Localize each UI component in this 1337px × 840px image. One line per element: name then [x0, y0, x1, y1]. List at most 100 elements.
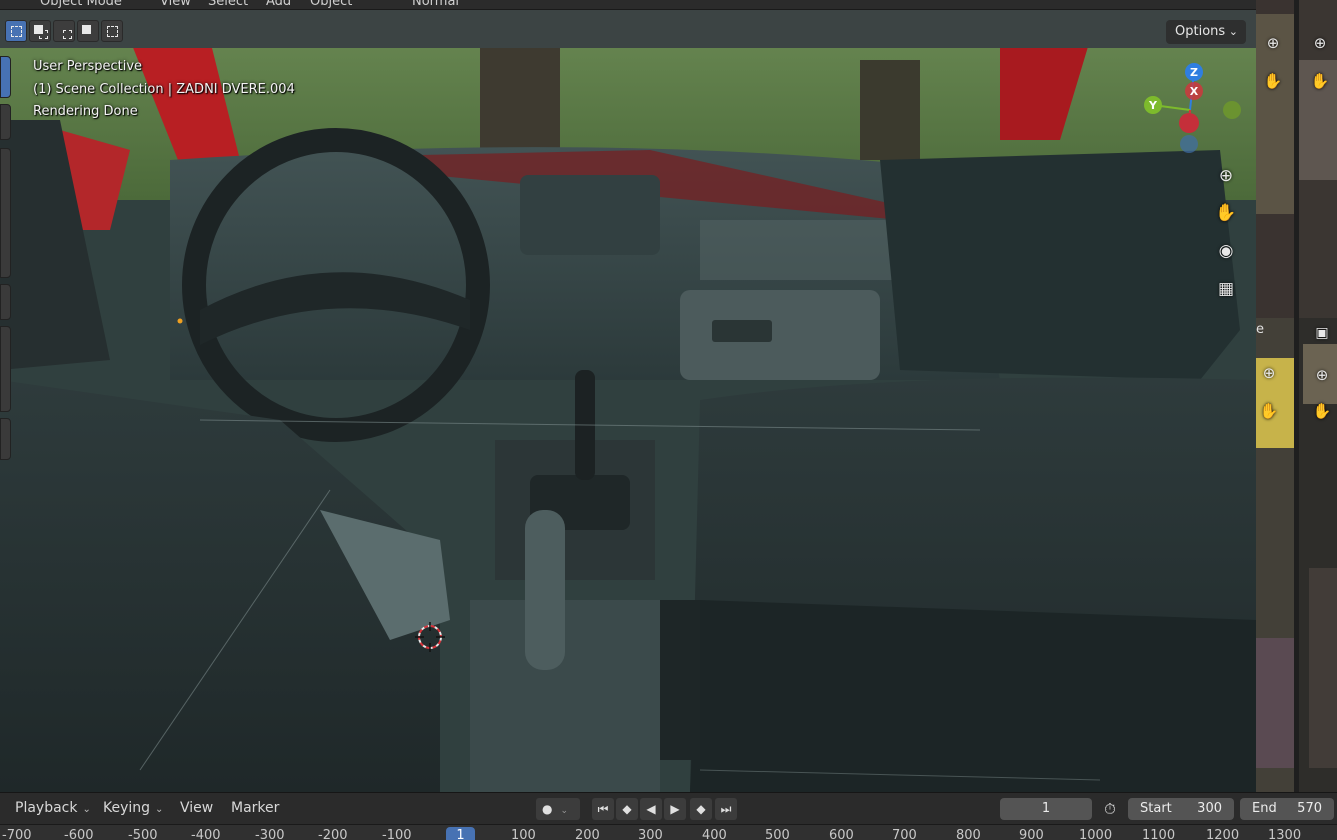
ruler-tick: -100 [382, 828, 412, 840]
zoom-icon[interactable]: ⊕ [1307, 30, 1333, 56]
select-subtract-icon [63, 30, 72, 39]
keyframe-prev-icon: ◆ [622, 802, 632, 816]
side-panel-label: e [1256, 322, 1264, 337]
side-viewport-3[interactable]: ⊕ ✋ [1299, 0, 1337, 318]
jump-to-start-button[interactable]: ⏮ [592, 798, 614, 820]
navigation-gizmo[interactable]: Z Y X [1140, 58, 1250, 158]
play-button[interactable]: ▶ [664, 798, 686, 820]
ruler-tick: 800 [956, 828, 981, 840]
chevron-down-icon: ⌄ [1228, 25, 1238, 38]
zoom-icon[interactable]: ⊕ [1213, 163, 1239, 189]
menu-select[interactable]: Select [208, 0, 248, 9]
tool-select[interactable] [0, 56, 11, 98]
menu-object[interactable]: Object [310, 0, 352, 9]
options-dropdown[interactable]: Options ⌄ [1166, 20, 1246, 44]
hand-icon[interactable]: ✋ [1256, 398, 1282, 424]
gizmo-y-label: Y [1148, 99, 1158, 112]
viewport-perspective-label: User Perspective [33, 59, 143, 74]
ruler-tick: 600 [829, 828, 854, 840]
menu-add[interactable]: Add [266, 0, 291, 9]
side-viewport-2[interactable]: e ⊕ ✋ [1256, 318, 1294, 792]
current-frame-field[interactable]: 1 [1000, 798, 1092, 820]
ruler-tick: 1200 [1206, 828, 1240, 840]
jump-to-keyframe-next-button[interactable]: ◆ [690, 798, 712, 820]
editor-type-icon[interactable]: ▣ [1309, 320, 1335, 346]
select-invert-button[interactable] [77, 20, 99, 42]
side-viewport-4[interactable]: ▣ ⊕ ✋ [1299, 318, 1337, 792]
select-extend-button[interactable] [29, 20, 51, 42]
grid-icon[interactable]: ▦ [1213, 276, 1239, 302]
select-intersect-icon [107, 26, 118, 37]
end-label: End [1252, 801, 1277, 816]
zoom-icon[interactable]: ⊕ [1309, 362, 1335, 388]
tool-measure-group[interactable] [0, 326, 11, 412]
timeline-view-menu[interactable]: View [180, 800, 213, 816]
gizmo-neg-y-axis[interactable] [1223, 101, 1241, 119]
side-viewport-1[interactable]: ⊕ ✋ [1256, 0, 1294, 318]
select-subtract-button[interactable] [53, 20, 75, 42]
mode-dropdown[interactable]: Object Mode [40, 0, 122, 9]
ruler-tick: 400 [702, 828, 727, 840]
hand-icon[interactable]: ✋ [1309, 398, 1335, 424]
jump-to-end-button[interactable]: ⏭ [715, 798, 737, 820]
ruler-tick: -300 [255, 828, 285, 840]
tool-transform-group[interactable] [0, 148, 11, 278]
select-intersect-button[interactable] [101, 20, 123, 42]
menu-view[interactable]: View [160, 0, 191, 9]
playback-label: Playback [15, 800, 78, 816]
timeline-ruler[interactable]: -700 -600 -500 -400 -300 -200 -100 1 100… [0, 824, 1337, 840]
hand-icon[interactable]: ✋ [1260, 68, 1286, 94]
ruler-tick: 1000 [1079, 828, 1113, 840]
current-frame-marker[interactable]: 1 [446, 827, 475, 840]
play-reverse-icon: ◀ [646, 802, 656, 816]
tool-annotate[interactable] [0, 284, 11, 320]
select-invert-icon [82, 25, 91, 34]
ruler-tick: 200 [575, 828, 600, 840]
gizmo-neg-z-axis[interactable] [1180, 135, 1198, 153]
ruler-tick: -600 [64, 828, 94, 840]
viewport-status-label: Rendering Done [33, 104, 138, 119]
ruler-tick: 100 [511, 828, 536, 840]
ruler-tick: 300 [638, 828, 663, 840]
play-reverse-button[interactable]: ◀ [640, 798, 662, 820]
chevron-down-icon: ⌄ [155, 804, 164, 815]
chevron-down-icon: ⌄ [82, 804, 91, 815]
tool-add-cube[interactable] [0, 418, 11, 460]
viewport-render [0, 0, 1256, 792]
hand-icon[interactable]: ✋ [1213, 200, 1239, 226]
chevron-down-icon: ⌄ [560, 806, 569, 816]
camera-icon[interactable]: ◉ [1213, 238, 1239, 264]
keying-label: Keying [103, 800, 151, 816]
marker-menu[interactable]: Marker [231, 800, 279, 816]
tool-cursor[interactable] [0, 104, 11, 140]
timeline-header: Playback ⌄ Keying ⌄ View Marker ● ⌄ ⏮ ◆ ◀ ▶… [0, 792, 1337, 824]
jump-to-keyframe-prev-button[interactable]: ◆ [616, 798, 638, 820]
zoom-icon[interactable]: ⊕ [1260, 30, 1286, 56]
play-icon: ▶ [670, 802, 680, 816]
keyframe-next-icon: ◆ [696, 802, 706, 816]
auto-keying-toggle[interactable]: ● ⌄ [536, 798, 580, 820]
orientation-dropdown[interactable]: Normal [412, 0, 459, 9]
zoom-icon[interactable]: ⊕ [1256, 360, 1282, 386]
playback-menu[interactable]: Playback ⌄ [15, 800, 91, 816]
start-label: Start [1140, 801, 1172, 816]
3d-viewport[interactable]: Object Mode View Select Add Object Norma… [0, 0, 1256, 792]
ruler-tick: -200 [318, 828, 348, 840]
select-box-icon [11, 26, 22, 37]
start-frame-field[interactable]: Start 300 [1128, 798, 1234, 820]
select-box-new-button[interactable] [5, 20, 27, 42]
keying-menu[interactable]: Keying ⌄ [103, 800, 163, 816]
blender-window: Object Mode View Select Add Object Norma… [0, 0, 1337, 840]
hand-icon[interactable]: ✋ [1307, 68, 1333, 94]
viewport-header: Object Mode View Select Add Object Norma… [0, 0, 1256, 10]
end-value: 570 [1297, 801, 1322, 816]
start-value: 300 [1197, 801, 1222, 816]
end-frame-field[interactable]: End 570 [1240, 798, 1334, 820]
gizmo-neg-x-axis[interactable] [1179, 113, 1199, 133]
options-label: Options [1175, 24, 1226, 39]
ruler-tick: 1300 [1268, 828, 1302, 840]
ruler-tick: -400 [191, 828, 221, 840]
stopwatch-icon[interactable]: ⏱ [1099, 798, 1121, 820]
viewport-collection-label: (1) Scene Collection | ZADNI DVERE.004 [33, 82, 295, 97]
jump-start-icon: ⏮ [597, 802, 609, 816]
